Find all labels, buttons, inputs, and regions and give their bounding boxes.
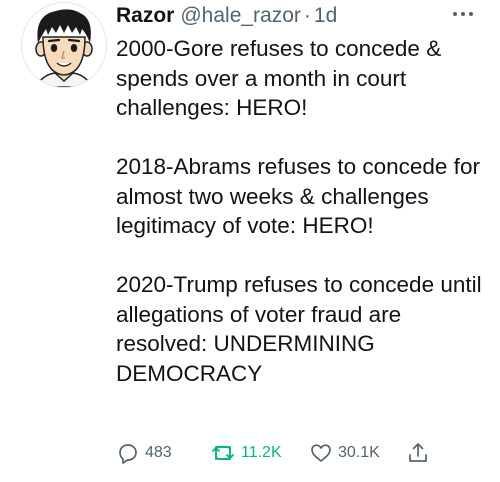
retweet-button[interactable]: 11.2K xyxy=(210,436,282,470)
share-icon xyxy=(409,443,427,462)
separator-dot: · xyxy=(303,4,311,27)
tweet-text: 2000-Gore refuses to concede & spends ov… xyxy=(116,34,488,388)
reply-icon xyxy=(119,444,137,464)
more-button[interactable] xyxy=(448,2,478,26)
share-button[interactable] xyxy=(406,436,435,470)
retweet-icon xyxy=(212,446,234,460)
tweet-paragraph: 2000-Gore refuses to concede & spends ov… xyxy=(116,36,442,120)
heart-icon xyxy=(311,444,331,462)
more-icon xyxy=(453,12,473,16)
tweet-paragraph: 2020-Trump refuses to concede until alle… xyxy=(116,272,482,386)
tweet[interactable]: Razor @hale_razor · 1d 2000-Gore refuses… xyxy=(0,0,500,482)
author-handle[interactable]: @hale_razor xyxy=(180,4,301,28)
avatar[interactable] xyxy=(21,2,107,88)
reply-button[interactable]: 483 xyxy=(116,436,172,470)
author-name[interactable]: Razor xyxy=(116,4,174,28)
tweet-actions: 483 11.2K 30.1K xyxy=(116,436,456,470)
like-count: 30.1K xyxy=(338,444,380,461)
tweet-time[interactable]: 1d xyxy=(314,4,337,28)
like-button[interactable]: 30.1K xyxy=(309,436,380,470)
cartoon-avatar-icon xyxy=(35,9,93,87)
tweet-header: Razor @hale_razor · 1d xyxy=(116,4,337,32)
reply-count: 483 xyxy=(145,444,172,461)
tweet-paragraph: 2018-Abrams refuses to concede for almos… xyxy=(116,154,480,238)
retweet-count: 11.2K xyxy=(241,444,282,461)
